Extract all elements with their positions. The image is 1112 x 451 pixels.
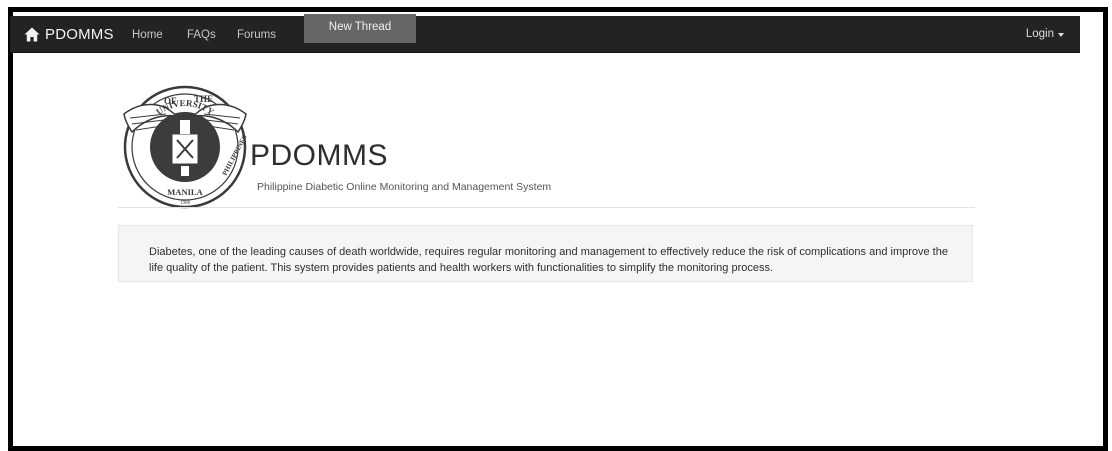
brand-label: PDOMMS — [45, 25, 114, 43]
caret-down-icon — [1058, 33, 1064, 37]
nav-forums-link[interactable]: Forums — [237, 16, 276, 52]
login-dropdown[interactable]: Login — [1026, 16, 1064, 52]
new-thread-button[interactable]: New Thread — [304, 14, 416, 43]
svg-text:MANILA: MANILA — [167, 187, 203, 197]
svg-text:OF: OF — [164, 96, 177, 106]
page-title: PDOMMS — [250, 139, 388, 172]
brand-link[interactable]: PDOMMS — [24, 16, 114, 52]
svg-text:THE: THE — [194, 94, 213, 104]
nav-faqs-link[interactable]: FAQs — [187, 16, 216, 52]
intro-text: Diabetes, one of the leading causes of d… — [149, 246, 948, 274]
intro-panel: Diabetes, one of the leading causes of d… — [118, 225, 973, 282]
login-label: Login — [1025, 28, 1054, 40]
page-subtitle: Philippine Diabetic Online Monitoring an… — [257, 181, 552, 193]
home-icon — [24, 27, 40, 42]
svg-text:1908: 1908 — [180, 201, 191, 206]
top-navbar: PDOMMS Home FAQs Forums New Thread Login — [10, 14, 1080, 53]
university-seal-icon: UNIVERSITY OF THE PHILIPPINES MANILA 190… — [118, 80, 252, 214]
header-divider — [118, 207, 975, 208]
nav-home-link[interactable]: Home — [132, 16, 163, 52]
